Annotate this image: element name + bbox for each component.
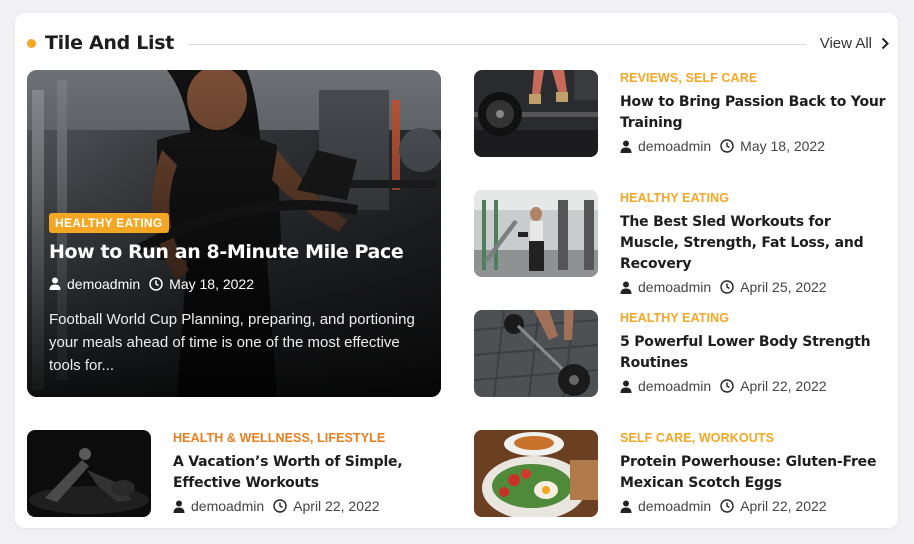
view-all-label: View All [819,34,872,52]
post-categories: HEALTHY EATING [620,311,890,325]
post-categories: HEALTH & WELLNESS, LIFESTYLE [173,431,386,445]
category-link[interactable]: WORKOUTS [699,431,774,445]
post-text: HEALTH & WELLNESS, LIFESTYLE A Vacation’… [173,431,443,514]
post-categories: SELF CARE, WORKOUTS [620,431,775,445]
category-link[interactable]: REVIEWS [620,71,678,85]
featured-category-badge[interactable]: HEALTHY EATING [49,213,169,233]
clock-icon [720,139,734,153]
post-text: SELF CARE, WORKOUTS Protein Powerhouse: … [620,431,890,514]
post-text: HEALTHY EATING 5 Powerful Lower Body Str… [620,311,890,394]
category-link[interactable]: LIFESTYLE [317,431,385,445]
clock-icon [149,277,163,291]
post-author[interactable]: demoadmin [638,138,711,154]
post-author[interactable]: demoadmin [638,378,711,394]
featured-title[interactable]: How to Run an 8-Minute Mile Pace [49,241,421,264]
post-author[interactable]: demoadmin [191,498,264,514]
featured-date: May 18, 2022 [169,275,254,292]
post-thumbnail[interactable] [474,430,598,517]
clock-icon [720,499,734,513]
category-link[interactable]: HEALTHY EATING [620,311,729,325]
post-meta: demoadmin April 22, 2022 [173,498,443,514]
featured-content: HEALTHY EATING How to Run an 8-Minute Mi… [49,213,421,377]
category-link[interactable]: HEALTH & WELLNESS [173,431,310,445]
featured-author[interactable]: demoadmin [67,276,140,292]
post-title[interactable]: A Vacation’s Worth of Simple, Effective … [173,452,443,494]
user-icon [173,500,185,513]
post-title[interactable]: 5 Powerful Lower Body Strength Routines [620,332,890,374]
header-divider [188,43,806,45]
featured-post-tile[interactable]: HEALTHY EATING How to Run an 8-Minute Mi… [27,70,441,397]
post-author[interactable]: demoadmin [638,279,711,295]
post-title[interactable]: How to Bring Passion Back to Your Traini… [620,92,890,134]
dark-workout-image [27,430,151,517]
post-thumbnail[interactable] [474,190,598,277]
clock-icon [720,379,734,393]
post-title[interactable]: The Best Sled Workouts for Muscle, Stren… [620,212,890,275]
post-author[interactable]: demoadmin [638,498,711,514]
post-title[interactable]: Protein Powerhouse: Gluten-Free Mexican … [620,452,890,494]
clock-icon [720,280,734,294]
post-meta: demoadmin April 22, 2022 [620,498,890,514]
chevron-right-icon [881,37,889,49]
post-thumbnail[interactable] [474,70,598,157]
post-thumbnail[interactable] [474,310,598,397]
post-text: REVIEWS, SELF CARE How to Bring Passion … [620,71,890,154]
category-link[interactable]: SELF CARE [620,431,692,445]
post-date: April 25, 2022 [740,279,827,295]
view-all-link[interactable]: View All [820,35,889,52]
post-thumbnail[interactable] [27,430,151,517]
barbell-deadlift-image [474,70,598,157]
section-header: Tile And List View All [27,31,889,55]
category-link[interactable]: SELF CARE [686,71,758,85]
user-icon [620,380,632,393]
post-date: April 22, 2022 [293,498,380,514]
tile-and-list-widget: Tile And List View All HEALTHY EATING Ho… [15,13,898,528]
post-categories: REVIEWS, SELF CARE [620,71,758,85]
post-meta: demoadmin May 18, 2022 [620,138,890,154]
category-link[interactable]: HEALTHY EATING [620,191,729,205]
post-meta: demoadmin April 25, 2022 [620,279,890,295]
user-icon [49,277,61,291]
featured-excerpt: Football World Cup Planning, preparing, … [49,310,415,374]
post-date: April 22, 2022 [740,378,827,394]
post-date: April 22, 2022 [740,498,827,514]
post-text: HEALTHY EATING The Best Sled Workouts fo… [620,191,890,295]
post-meta: demoadmin April 22, 2022 [620,378,890,394]
post-date: May 18, 2022 [740,138,825,154]
gym-woman-dumbbells-image [474,190,598,277]
user-icon [620,281,632,294]
post-categories: HEALTHY EATING [620,191,890,205]
salad-plate-image [474,430,598,517]
section-title: Tile And List [45,32,175,54]
user-icon [620,140,632,153]
clock-icon [273,499,287,513]
featured-meta: demoadmin May 18, 2022 [49,276,421,292]
user-icon [620,500,632,513]
barbell-floor-image [474,310,598,397]
section-dot-icon [27,38,36,48]
